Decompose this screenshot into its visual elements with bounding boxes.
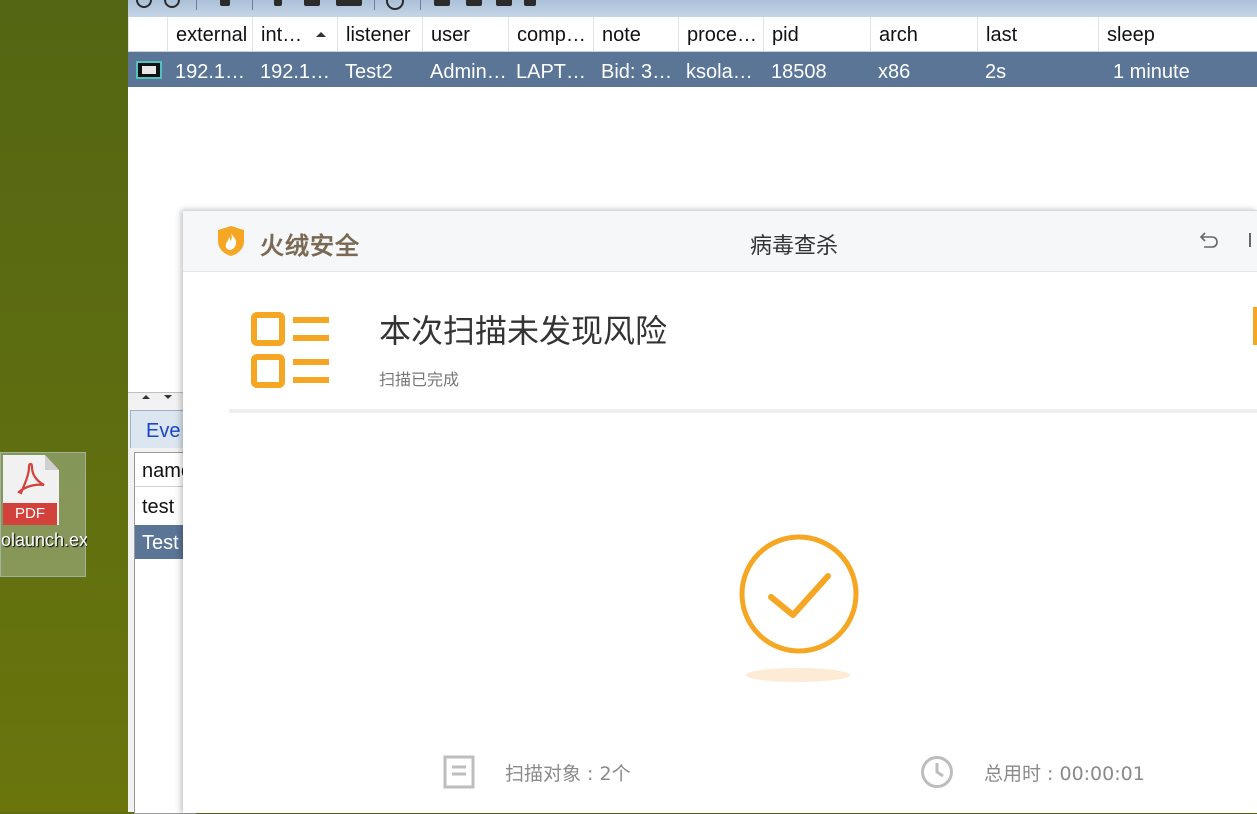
monitor-icon[interactable] [336, 0, 362, 6]
cell-external: 192.1… [175, 61, 246, 83]
toolbar-separator [374, 0, 375, 10]
table-row[interactable]: 192.1… 192.1… Test2 Admin… LAPT… Bid: 3…… [128, 52, 1257, 87]
cell-user: Admin… [430, 61, 507, 83]
cell-listener: Test2 [345, 61, 393, 83]
acrobat-icon [17, 462, 45, 495]
pdf-corner-fold [45, 455, 59, 470]
cell-computer: LAPT… [516, 61, 587, 83]
cube-icon[interactable] [524, 0, 536, 6]
column-header-sleep[interactable]: sleep [1098, 17, 1257, 51]
tab-event-log[interactable]: Eve [130, 410, 190, 448]
beacon-computer-icon [136, 61, 162, 79]
cell-note: Bid: 3… [601, 61, 673, 83]
column-header-pid[interactable]: pid [763, 17, 871, 51]
check-shadow [746, 668, 850, 682]
antivirus-window: 火绒安全 病毒查杀 本次扫描未发现风险 扫描已完成 扫描对象 : 2个 总用时 … [183, 210, 1257, 813]
window-control-icon[interactable] [1249, 233, 1257, 247]
cell-pid: 18508 [771, 61, 827, 83]
total-time-stat: 总用时 : 00:00:01 [984, 763, 1145, 785]
toolbar-separator [252, 0, 253, 10]
scan-objects-stat: 扫描对象 : 2个 [505, 763, 631, 785]
cell-process: ksola… [686, 61, 753, 83]
toolbar-separator [196, 0, 197, 10]
antivirus-titlebar: 火绒安全 病毒查杀 [183, 211, 1257, 272]
cell-last: 2s [985, 61, 1007, 83]
image-icon[interactable] [466, 0, 482, 6]
column-header-user[interactable]: user [422, 17, 509, 51]
column-header-arch[interactable]: arch [870, 17, 978, 51]
back-icon[interactable] [1198, 229, 1220, 251]
huorong-shield-icon [218, 226, 244, 256]
beacon-table-header: external int… listener user comp… note p… [128, 17, 1257, 52]
column-header-last[interactable]: last [977, 17, 1099, 51]
sort-ascending-icon [316, 32, 326, 37]
column-header-icon[interactable] [128, 17, 168, 51]
gear-icon[interactable] [496, 0, 512, 6]
column-header-note[interactable]: note [593, 17, 679, 51]
cell-arch: x86 [878, 61, 911, 83]
column-header-internal[interactable]: int… [252, 17, 338, 51]
success-check-icon [739, 534, 859, 654]
toolbar-separator [420, 0, 421, 10]
cell-internal: 192.1… [260, 61, 331, 83]
column-header-internal-label: int… [261, 24, 303, 46]
column-header-computer[interactable]: comp… [508, 17, 594, 51]
connect-icon[interactable] [136, 0, 152, 8]
scan-status-text: 扫描已完成 [379, 370, 460, 389]
cell-sleep: 1 minute [1113, 61, 1190, 83]
toolbar [128, 0, 1257, 18]
column-header-external[interactable]: external [167, 17, 253, 51]
scan-result-headline: 本次扫描未发现风险 [379, 312, 668, 350]
key-icon[interactable] [434, 0, 450, 6]
divider [229, 409, 1257, 413]
headphones-icon[interactable] [220, 0, 230, 6]
column-header-listener[interactable]: listener [337, 17, 423, 51]
clock-icon [921, 756, 953, 788]
desktop-background: PDF olaunch.exe [0, 0, 128, 812]
globe-icon[interactable] [386, 0, 404, 10]
desktop-file-icon[interactable]: PDF olaunch.exe [0, 452, 87, 577]
scan-list-icon [251, 312, 329, 388]
brand-name: 火绒安全 [260, 232, 360, 260]
document-icon [443, 755, 475, 789]
collapse-down-icon[interactable] [164, 395, 172, 399]
disconnect-icon[interactable] [164, 0, 180, 8]
action-button-edge[interactable] [1253, 307, 1257, 345]
collapse-up-icon[interactable] [142, 395, 150, 399]
window-title: 病毒查杀 [750, 234, 839, 259]
column-header-process[interactable]: proce… [678, 17, 764, 51]
share-icon[interactable] [274, 0, 282, 6]
list-icon[interactable] [304, 0, 320, 6]
pdf-badge: PDF [3, 503, 57, 525]
desktop-file-label: olaunch.exe [1, 530, 87, 550]
lower-panel: Eve name test Test [128, 400, 196, 814]
